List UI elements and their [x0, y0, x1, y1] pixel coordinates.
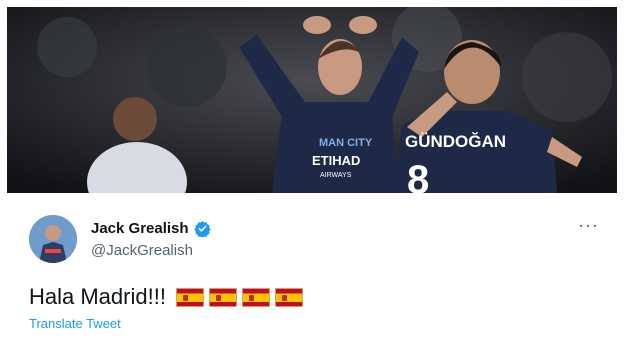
verified-badge-icon	[193, 220, 211, 239]
display-name[interactable]: Jack Grealish	[91, 220, 211, 239]
tweet-text: Hala Madrid!!!	[29, 284, 303, 310]
tweet-header-photo[interactable]: MAN CITY ETIHAD AIRWAYS GÜNDOĞAN 8	[7, 7, 617, 193]
flag-emojis	[175, 287, 303, 307]
more-options-icon[interactable]: ···	[578, 216, 599, 234]
spain-flag-icon	[241, 287, 270, 307]
jersey-text-airways: AIRWAYS	[320, 172, 352, 179]
avatar[interactable]	[29, 215, 77, 263]
jersey-text-etihad: ETIHAD	[312, 153, 360, 168]
jersey-back-number: 8	[407, 158, 429, 193]
user-handle[interactable]: @JackGrealish	[91, 242, 193, 259]
translate-tweet-link[interactable]: Translate Tweet	[29, 316, 121, 331]
spain-flag-icon	[175, 287, 204, 307]
jersey-back-name: GÜNDOĞAN	[405, 132, 506, 151]
spain-flag-icon	[274, 287, 303, 307]
spain-flag-icon	[208, 287, 237, 307]
tweet-text-body: Hala Madrid!!!	[29, 284, 166, 309]
jersey-text-man-city: MAN CITY	[319, 137, 373, 149]
display-name-text: Jack Grealish	[91, 220, 189, 237]
tweet-card[interactable]: Jack Grealish @JackGrealish ··· Hala Mad…	[7, 200, 617, 345]
